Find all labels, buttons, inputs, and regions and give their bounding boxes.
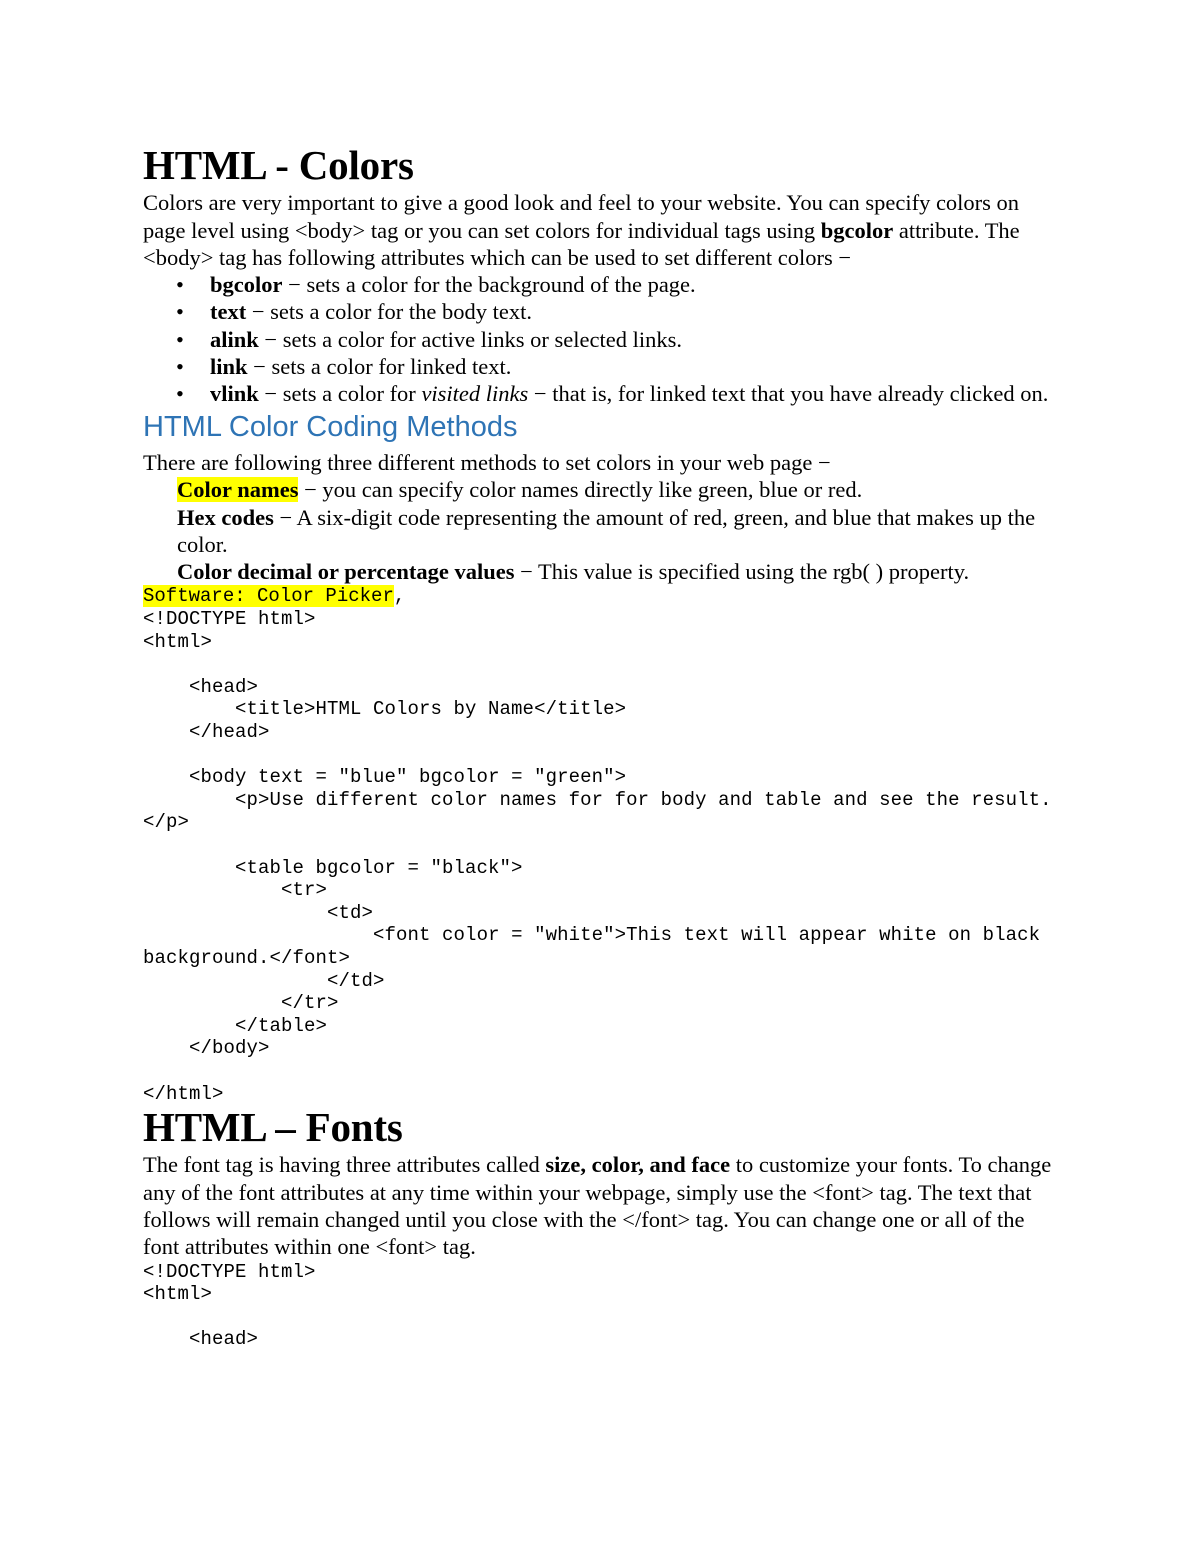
software-note-trailing: , [393,585,406,608]
methods-intro-paragraph: There are following three different meth… [143,449,831,475]
bullet-icon: • [176,354,184,380]
method-desc-color-names: − you can specify color names directly l… [298,477,863,503]
attribute-desc-text: − sets a color for the body text. [246,299,532,325]
section-heading-colors: HTML - Colors [143,142,414,188]
method-hex-codes: Hex codes − A six-digit code representin… [143,504,1057,559]
document-content: HTML - Colors Colors are very important … [143,143,1057,1351]
attribute-desc-vlink-before: − sets a color for [258,381,422,407]
method-color-names: Color names − you can specify color name… [143,476,1057,503]
attribute-desc-link: − sets a color for linked text. [247,354,512,380]
method-desc-decimal-percentage: − This value is specified using the rgb(… [514,559,970,585]
attribute-desc-bgcolor: − sets a color for the background of the… [282,272,696,298]
code-block-fonts-example: <!DOCTYPE html> <html> <head> [143,1260,316,1351]
list-item: • link − sets a color for linked text. [143,353,1057,380]
attribute-desc-alink: − sets a color for active links or selec… [258,326,682,352]
fonts-intro-part1: The font tag is having three attributes … [143,1152,546,1178]
method-term-hex-codes: Hex codes [177,504,274,530]
fonts-intro-bold-attributes: size, color, and face [545,1152,731,1178]
list-item: • bgcolor − sets a color for the backgrou… [143,271,1057,298]
code-block-colors-example: <!DOCTYPE html> <html> <head> <title>HTM… [143,608,1052,1105]
method-term-decimal-percentage: Color decimal or percentage values [177,559,515,585]
bullet-icon: • [176,272,184,298]
software-note-highlighted: Software: Color Picker [143,585,394,608]
document-page: HTML - Colors Colors are very important … [0,0,1200,1553]
list-item: • text − sets a color for the body text. [143,298,1057,325]
section-heading-fonts: HTML – Fonts [143,1104,403,1151]
attribute-name-alink: alink [210,326,259,352]
fonts-intro-paragraph: The font tag is having three attributes … [143,1151,1057,1260]
bullet-icon: • [176,326,184,352]
method-desc-hex-codes: − A six-digit code representing the amou… [177,504,1036,557]
body-attributes-list: • bgcolor − sets a color for the backgrou… [143,271,1057,407]
method-term-color-names: Color names [177,477,299,503]
bullet-icon: • [176,381,184,407]
list-item: • alink − sets a color for active links o… [143,326,1057,353]
subsection-heading-color-coding-methods: HTML Color Coding Methods [143,410,518,443]
attribute-name-link: link [210,354,248,380]
method-decimal-percentage: Color decimal or percentage values − Thi… [143,558,1057,585]
attribute-name-text: text [210,299,247,325]
colors-intro-bold-bgcolor: bgcolor [820,217,894,243]
bullet-icon: • [176,299,184,325]
colors-intro-paragraph: Colors are very important to give a good… [143,189,1057,271]
attribute-desc-vlink-italic: visited links [421,381,529,407]
attribute-desc-vlink-after: − that is, for linked text that you have… [528,381,1049,407]
list-item: • vlink − sets a color for visited links … [143,380,1057,407]
attribute-name-vlink: vlink [210,381,259,407]
software-note: Software: Color Picker, [143,585,1057,608]
attribute-name-bgcolor: bgcolor [210,272,283,298]
